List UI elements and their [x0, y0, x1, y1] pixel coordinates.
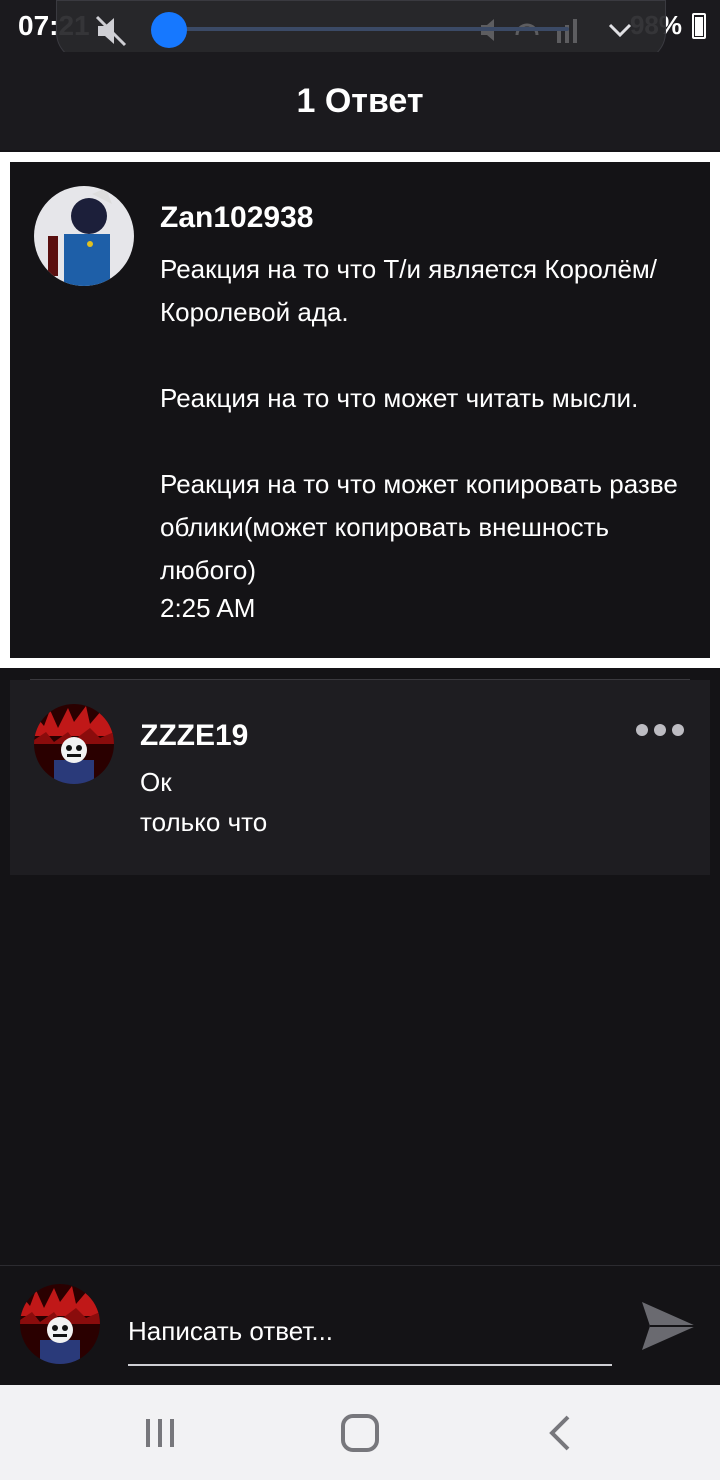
home-icon[interactable]: [336, 1409, 384, 1457]
system-nav-bar: [0, 1385, 720, 1480]
dot: [654, 724, 666, 736]
more-dots-icon[interactable]: [636, 724, 684, 736]
chevron-down-icon[interactable]: [605, 15, 635, 45]
volume-slider-thumb[interactable]: [151, 12, 187, 48]
original-comment: Zan102938 Реакция на то что Т/и является…: [10, 162, 710, 658]
comment-body: Zan102938 Реакция на то что Т/и является…: [160, 198, 700, 628]
reply-input[interactable]: [128, 1294, 612, 1366]
header: 1 Ответ: [0, 52, 720, 150]
reply-composer: [0, 1265, 720, 1385]
volume-slider-track[interactable]: [169, 27, 569, 31]
comment-time: 2:25 AM: [160, 593, 256, 623]
avatar[interactable]: [34, 186, 134, 286]
send-icon[interactable]: [640, 1298, 698, 1354]
reply-item: ZZZE19 Ок только что: [10, 680, 710, 875]
reply-author[interactable]: ZZZE19: [140, 716, 267, 756]
reply-time: только что: [140, 807, 268, 837]
page-title: 1 Ответ: [296, 81, 424, 120]
comment-text: Реакция на то что Т/и является Королём/К…: [160, 254, 678, 585]
avatar: [20, 1284, 100, 1364]
comment-author[interactable]: Zan102938: [160, 198, 700, 238]
battery-icon: [692, 12, 706, 39]
back-icon[interactable]: [538, 1409, 586, 1457]
dot: [672, 724, 684, 736]
dot: [636, 724, 648, 736]
recents-icon[interactable]: [136, 1409, 184, 1457]
mute-icon[interactable]: [93, 13, 129, 49]
avatar[interactable]: [34, 704, 114, 784]
original-comment-frame: Zan102938 Реакция на то что Т/и является…: [0, 152, 720, 668]
reply-text: Ок: [140, 767, 172, 797]
reply-body: ZZZE19 Ок только что: [140, 716, 267, 842]
